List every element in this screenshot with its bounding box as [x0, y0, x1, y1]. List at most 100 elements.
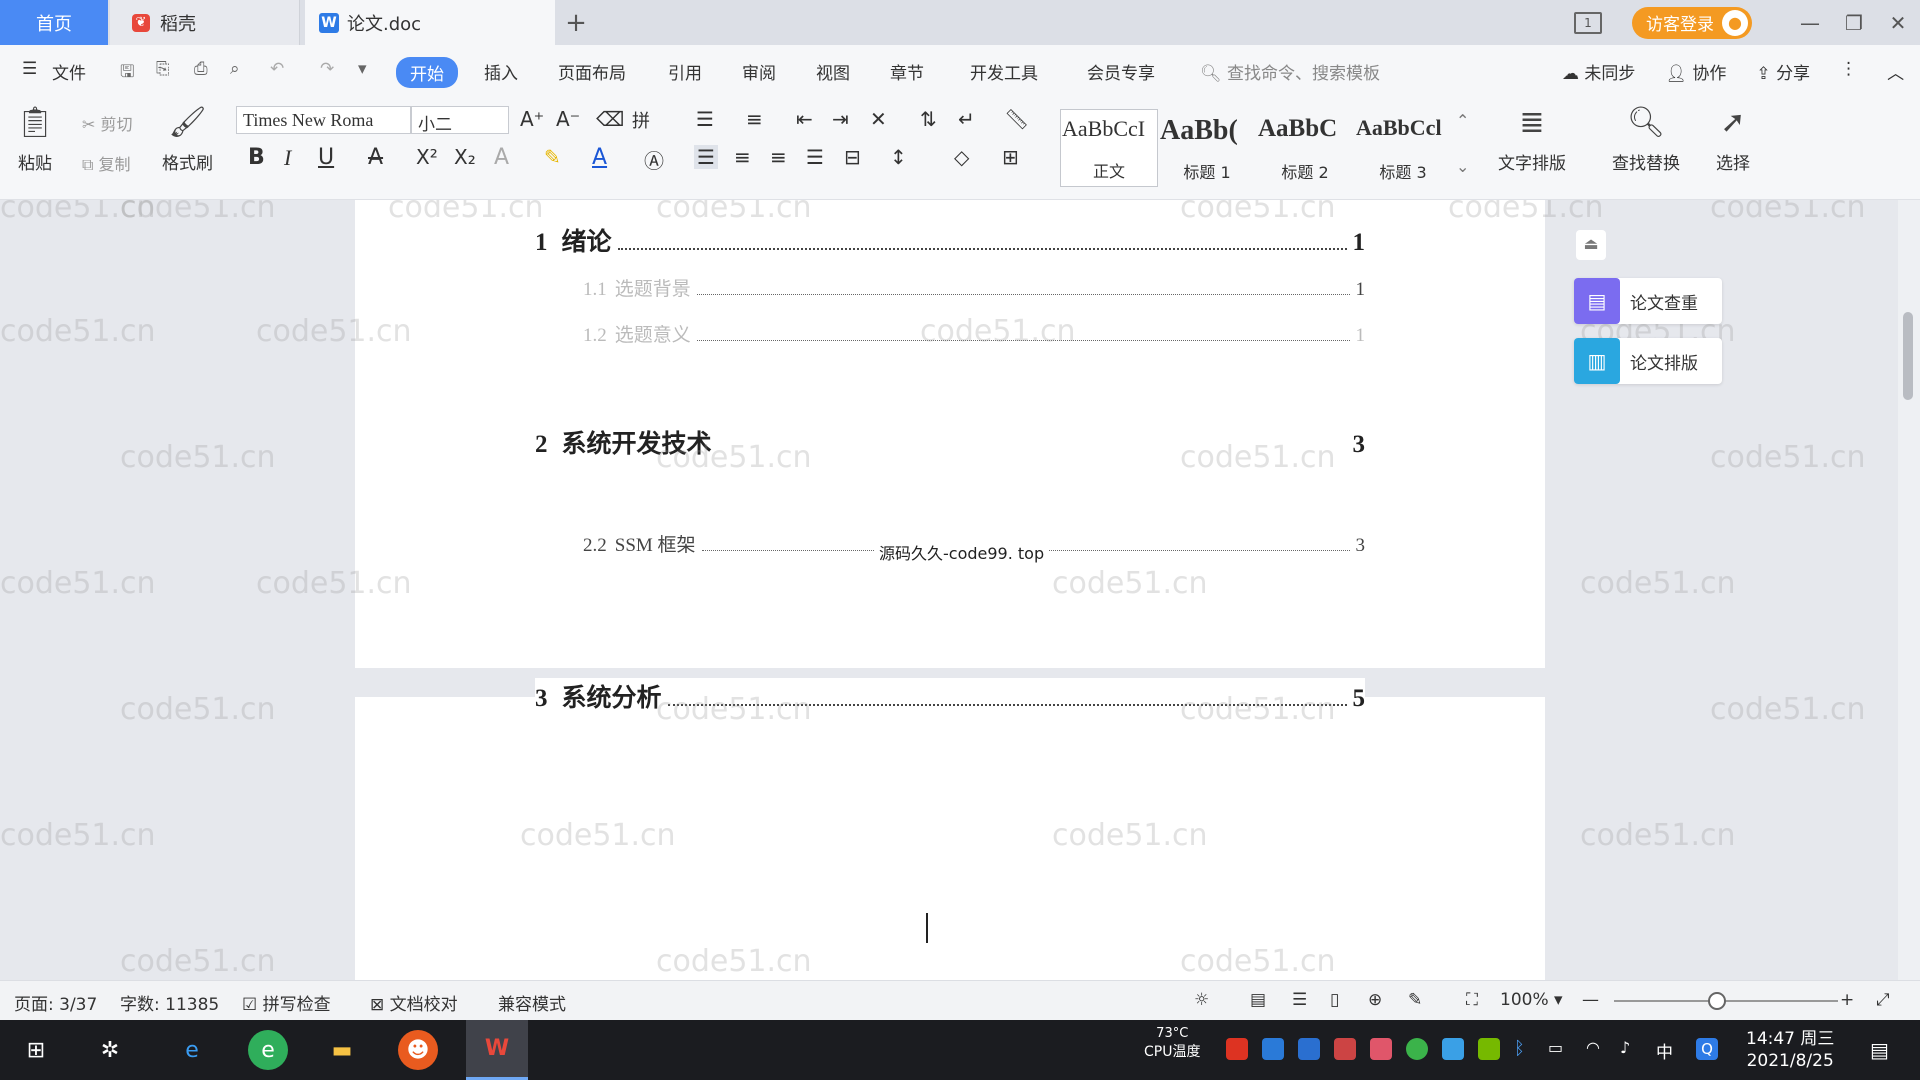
- volume-icon[interactable]: ♪: [1620, 1038, 1642, 1060]
- wifi-icon[interactable]: ◠: [1586, 1038, 1608, 1060]
- paper-check-button[interactable]: ▤ 论文查重: [1574, 278, 1722, 324]
- menu-file[interactable]: 文件: [52, 59, 86, 84]
- tray-app-icon[interactable]: [1334, 1038, 1356, 1060]
- menu-start[interactable]: 开始: [396, 57, 458, 88]
- decrease-indent-icon[interactable]: ⇤: [796, 107, 813, 131]
- paper-layout-button[interactable]: ▥ 论文排版: [1574, 338, 1722, 384]
- proofread-button[interactable]: ⊠ 文档校对: [370, 990, 458, 1015]
- font-color-icon[interactable]: A: [592, 145, 607, 170]
- strikethrough-icon[interactable]: A: [368, 145, 383, 170]
- distribute-icon[interactable]: ⊟: [844, 145, 861, 169]
- spell-check-button[interactable]: ☑ 拼写检查: [242, 990, 331, 1015]
- show-marks-icon[interactable]: ↵: [958, 107, 975, 131]
- tray-shield-icon[interactable]: [1298, 1038, 1320, 1060]
- subscript-icon[interactable]: X₂: [454, 145, 476, 169]
- italic-icon[interactable]: I: [284, 145, 291, 171]
- windows-start-icon[interactable]: ⊞: [16, 1030, 56, 1070]
- eye-protection-icon[interactable]: ☼: [1194, 990, 1209, 1010]
- page-indicator[interactable]: 页面: 3/37: [14, 990, 97, 1015]
- internet-explorer-icon[interactable]: e: [172, 1030, 212, 1070]
- underline-icon[interactable]: U: [318, 145, 334, 170]
- battery-icon[interactable]: ▭: [1548, 1038, 1570, 1060]
- font-family-select[interactable]: Times New Roma: [236, 106, 411, 134]
- numbered-list-icon[interactable]: ≡: [746, 107, 763, 131]
- word-count[interactable]: 字数: 11385: [120, 990, 219, 1015]
- tray-app-icon[interactable]: [1406, 1038, 1428, 1060]
- web-view-icon[interactable]: ⊕: [1368, 990, 1382, 1010]
- export-icon[interactable]: ⎘: [156, 59, 170, 79]
- shrink-font-icon[interactable]: A⁻: [556, 107, 580, 131]
- file-explorer-icon[interactable]: ▬: [322, 1030, 362, 1070]
- menu-references[interactable]: 引用: [668, 59, 702, 84]
- line-spacing-icon[interactable]: ↕: [890, 145, 907, 169]
- bold-icon[interactable]: B: [248, 145, 265, 170]
- app-avatar-icon[interactable]: ☻: [398, 1030, 438, 1070]
- app-pinwheel-icon[interactable]: ✲: [90, 1030, 130, 1070]
- tray-app-icon[interactable]: [1226, 1038, 1248, 1060]
- style-heading-2[interactable]: AaBbC 标题 2: [1256, 109, 1354, 187]
- superscript-icon[interactable]: X²: [416, 145, 438, 169]
- align-left-icon[interactable]: ☰: [694, 145, 718, 169]
- menu-developer[interactable]: 开发工具: [970, 59, 1038, 84]
- char-border-icon[interactable]: Ⓐ: [644, 145, 664, 174]
- new-tab-button[interactable]: +: [562, 0, 590, 45]
- print-icon[interactable]: ⎙: [194, 59, 208, 79]
- sync-button[interactable]: ☁ 未同步: [1562, 59, 1635, 84]
- minimize-icon[interactable]: —: [1788, 11, 1832, 35]
- zoom-slider[interactable]: [1614, 1000, 1838, 1002]
- zoom-out-icon[interactable]: —: [1582, 990, 1599, 1010]
- menu-page-layout[interactable]: 页面布局: [558, 59, 626, 84]
- justify-icon[interactable]: ☰: [806, 145, 824, 169]
- outline-view-icon[interactable]: ☰: [1292, 990, 1307, 1010]
- border-icon[interactable]: ⊞: [1002, 145, 1019, 169]
- find-replace-button[interactable]: 🔍︎ 查找替换: [1612, 105, 1680, 174]
- tray-app-icon[interactable]: [1442, 1038, 1464, 1060]
- guest-login-button[interactable]: 访客登录 ●: [1632, 6, 1752, 39]
- collapse-ribbon-icon[interactable]: ︿: [1887, 59, 1904, 84]
- restore-icon[interactable]: ❐: [1832, 11, 1876, 35]
- vertical-scrollbar[interactable]: [1898, 200, 1920, 980]
- tab-docer[interactable]: ❦ 稻壳: [110, 0, 300, 45]
- menu-review[interactable]: 审阅: [742, 59, 776, 84]
- text-layout-button[interactable]: ≣ 文字排版: [1498, 105, 1566, 174]
- undo-icon[interactable]: ↶: [270, 59, 284, 79]
- align-center-icon[interactable]: ≡: [734, 145, 751, 169]
- zoom-slider-handle[interactable]: [1708, 992, 1726, 1010]
- sort-icon[interactable]: ⇅: [920, 107, 937, 131]
- shading-icon[interactable]: ◇: [954, 145, 969, 169]
- save-icon[interactable]: 🖫: [120, 59, 134, 88]
- clock[interactable]: 14:47 周三 2021/8/25: [1746, 1028, 1834, 1072]
- format-painter-button[interactable]: 🖌︎ 格式刷: [162, 105, 213, 174]
- window-layout-icon[interactable]: 1: [1574, 11, 1602, 34]
- tab-document[interactable]: W 论文.doc: [305, 0, 555, 45]
- scrollbar-thumb[interactable]: [1903, 312, 1913, 400]
- phonetic-icon[interactable]: 拼: [632, 107, 650, 133]
- page-view-icon[interactable]: ▤: [1250, 990, 1266, 1010]
- search-command-input[interactable]: 🔍︎ 查找命令、搜索模板: [1200, 59, 1380, 84]
- style-scroll-up-icon[interactable]: ⌃: [1456, 111, 1469, 130]
- write-mode-icon[interactable]: ✎: [1408, 990, 1422, 1010]
- tray-app-icon[interactable]: Q: [1696, 1038, 1718, 1060]
- page[interactable]: 3 系统分析 5: [355, 678, 1545, 980]
- side-collapse-icon[interactable]: ⏏: [1576, 230, 1606, 260]
- paste-button[interactable]: 📋︎ 粘贴: [16, 105, 54, 174]
- bullet-list-icon[interactable]: ☰: [696, 107, 714, 131]
- browser-icon[interactable]: e: [248, 1030, 288, 1070]
- style-normal[interactable]: AaBbCcI 正文: [1060, 109, 1158, 187]
- cut-button[interactable]: ✂ 剪切: [82, 111, 133, 135]
- collab-button[interactable]: 👤︎ 协作: [1665, 59, 1726, 84]
- close-icon[interactable]: ✕: [1876, 11, 1920, 35]
- increase-indent-icon[interactable]: ⇥: [832, 107, 849, 131]
- share-button[interactable]: ⇪ 分享: [1756, 59, 1810, 84]
- hamburger-icon[interactable]: ☰: [22, 59, 37, 79]
- tray-app-icon[interactable]: [1370, 1038, 1392, 1060]
- zoom-in-icon[interactable]: +: [1840, 990, 1854, 1010]
- quick-access-dropdown-icon[interactable]: ▾: [358, 59, 367, 79]
- bluetooth-icon[interactable]: ᛒ: [1514, 1038, 1536, 1060]
- fullscreen-icon[interactable]: ⤢: [1876, 990, 1890, 1010]
- wps-taskbar-button[interactable]: W: [466, 1020, 528, 1080]
- preview-icon[interactable]: ⌕: [230, 59, 240, 79]
- select-button[interactable]: ➚ 选择: [1716, 105, 1750, 174]
- fit-page-icon[interactable]: ⛶: [1466, 990, 1478, 1010]
- zoom-level[interactable]: 100% ▾: [1500, 990, 1563, 1010]
